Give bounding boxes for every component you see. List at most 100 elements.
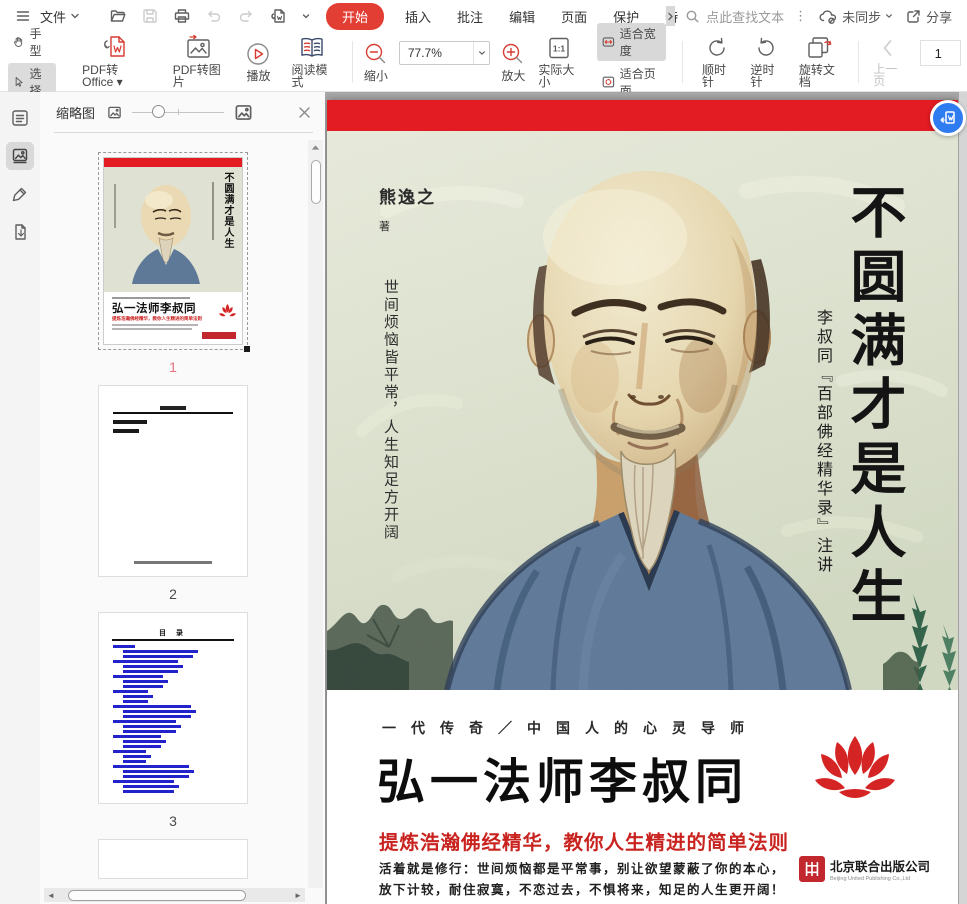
tab-edit[interactable]: 编辑 bbox=[496, 3, 548, 30]
zoom-in-label: 放大 bbox=[501, 69, 526, 83]
tool-bar: 手型 选择 PDF转Office ▾ PDF转图片 播放 阅读模式 缩小 77.… bbox=[0, 22, 967, 101]
zoom-value: 77.7% bbox=[407, 46, 442, 60]
page-number-1: 1 bbox=[169, 359, 177, 375]
search-placeholder: 点此查找文本 bbox=[706, 9, 785, 25]
svg-text:1:1: 1:1 bbox=[552, 44, 565, 54]
search-icon bbox=[686, 10, 699, 22]
pdf-to-image-label: PDF转图片 bbox=[172, 63, 221, 89]
tab-annotate[interactable]: 批注 bbox=[444, 3, 496, 30]
thumbnail-size-slider[interactable] bbox=[132, 105, 225, 119]
vertical-scroll-thumb[interactable] bbox=[310, 160, 321, 204]
zoom-in-icon bbox=[503, 43, 523, 64]
pdf-to-image-button[interactable]: PDF转图片 bbox=[173, 35, 224, 88]
document-view[interactable]: 熊逸之 著 世间烦恼皆平常，人生知足方开阔 不圆满才是人生 李叔同『百部佛经精华… bbox=[325, 92, 967, 904]
thumb3-link-lines bbox=[113, 645, 233, 795]
play-button[interactable]: 播放 bbox=[245, 41, 271, 82]
outline-panel-button[interactable] bbox=[6, 104, 34, 132]
doc-convert-icon bbox=[940, 111, 955, 124]
save-button[interactable] bbox=[137, 3, 163, 29]
sync-status-label: 未同步 bbox=[842, 9, 882, 25]
settings-button[interactable] bbox=[962, 4, 967, 29]
scroll-up-arrow[interactable] bbox=[311, 144, 320, 151]
search-options-kebab[interactable]: ⋮ bbox=[788, 8, 813, 24]
chevron-left-icon bbox=[884, 40, 892, 56]
actual-size-button[interactable]: 1:1 实际大小 bbox=[538, 35, 579, 88]
redo-button[interactable] bbox=[233, 3, 259, 29]
tabs-overflow-button[interactable] bbox=[666, 6, 676, 26]
previous-page-button[interactable]: 上一页 bbox=[873, 36, 903, 87]
fit-width-button[interactable]: 适合宽度 bbox=[596, 22, 667, 61]
tab-page[interactable]: 页面 bbox=[548, 3, 600, 30]
series-line: 一代传奇／中国人的心灵导师 bbox=[382, 721, 759, 737]
panel-vertical-scrollbar[interactable] bbox=[308, 140, 323, 888]
search-field[interactable]: 点此查找文本 bbox=[685, 7, 784, 26]
pdf-to-image-icon bbox=[187, 35, 210, 58]
export-panel-button[interactable] bbox=[6, 218, 34, 246]
thumbnail-page-3[interactable]: 目 录 bbox=[98, 612, 248, 804]
pdf-to-office-button[interactable]: PDF转Office ▾ bbox=[82, 35, 147, 88]
page-number-input[interactable]: 1 bbox=[919, 40, 962, 66]
document-page-1: 熊逸之 著 世间烦恼皆平常，人生知足方开阔 不圆满才是人生 李叔同『百部佛经精华… bbox=[327, 100, 958, 904]
selection-handle[interactable] bbox=[244, 346, 250, 352]
thumbnail-image-icon bbox=[12, 148, 28, 164]
fit-page-icon bbox=[602, 76, 615, 87]
cover-main-title: 不圆满才是人生 bbox=[841, 183, 907, 631]
open-file-button[interactable] bbox=[105, 3, 131, 29]
sync-status-button[interactable]: 未同步 bbox=[813, 5, 898, 28]
publisher-name: 北京联合出版公司 bbox=[830, 860, 931, 874]
previous-page-label: 上一页 bbox=[873, 62, 898, 88]
cover-left-tagline: 世间烦恼皆平常，人生知足方开阔 bbox=[382, 279, 400, 542]
thumbnail-page-2[interactable] bbox=[98, 385, 248, 577]
tab-insert[interactable]: 插入 bbox=[392, 3, 444, 30]
divider bbox=[682, 40, 684, 83]
rotate-document-button[interactable]: 旋转文档 bbox=[799, 35, 840, 88]
zoom-in-button[interactable]: 放大 bbox=[500, 41, 526, 82]
mini-portrait bbox=[132, 185, 200, 284]
mini-lotus-icon bbox=[219, 304, 236, 317]
zoom-level-combobox[interactable]: 77.7% bbox=[398, 41, 491, 65]
sign-panel-button[interactable] bbox=[6, 180, 34, 208]
scroll-left-arrow[interactable]: ◄ bbox=[44, 891, 58, 900]
publisher-name-en: Beijing United Publishing Co.,Ltd bbox=[830, 876, 911, 882]
rotate-clockwise-button[interactable]: 顺时针 bbox=[702, 35, 732, 88]
slider-knob[interactable] bbox=[152, 105, 166, 118]
quick-convert-float-button[interactable] bbox=[930, 100, 966, 136]
pen-sign-icon bbox=[12, 187, 27, 202]
rotate-counterclockwise-button[interactable]: 逆时针 bbox=[750, 35, 780, 88]
chevron-right-icon bbox=[668, 12, 673, 20]
thumbnail-page-1-selected[interactable]: 不圆满才是人生 弘一法师李叔同 提炼浩瀚佛经精华，教你人生精进的简单法则 bbox=[98, 152, 250, 352]
panel-horizontal-scrollbar[interactable]: ◄ ► bbox=[44, 888, 305, 902]
chevron-down-icon bbox=[71, 13, 79, 19]
reading-mode-button[interactable]: 阅读模式 bbox=[291, 35, 332, 88]
redo-icon bbox=[239, 10, 252, 22]
rotate-counterclockwise-icon bbox=[757, 37, 774, 56]
main-right-gutter[interactable] bbox=[958, 92, 967, 904]
zoom-out-button[interactable]: 缩小 bbox=[363, 41, 389, 82]
actual-size-icon: 1:1 bbox=[548, 37, 569, 59]
cover-red-band bbox=[327, 100, 958, 131]
fit-width-label: 适合宽度 bbox=[619, 26, 656, 58]
small-thumbnail-icon bbox=[108, 106, 121, 118]
publisher-block: 北京联合出版公司 Beijing United Publishing Co.,L… bbox=[799, 856, 930, 882]
close-panel-button[interactable] bbox=[298, 106, 311, 119]
more-tools-caret[interactable] bbox=[297, 7, 315, 25]
undo-button[interactable] bbox=[201, 3, 227, 29]
export-to-word-button[interactable] bbox=[265, 3, 291, 29]
zoom-out-icon bbox=[365, 43, 386, 64]
thumbnail-page-4-partial[interactable] bbox=[98, 839, 248, 879]
hand-tool-button[interactable]: 手型 bbox=[8, 23, 56, 61]
name-title: 弘一法师李叔同 bbox=[377, 754, 749, 810]
page-number-2: 2 bbox=[169, 586, 177, 602]
scroll-right-arrow[interactable]: ► bbox=[291, 891, 305, 900]
thumbnail-panel-button[interactable] bbox=[6, 142, 34, 170]
caret-down-icon bbox=[302, 14, 310, 19]
horizontal-scroll-thumb[interactable] bbox=[68, 889, 246, 901]
mini-name-title: 弘一法师李叔同 bbox=[112, 301, 196, 315]
rotate-clockwise-label: 顺时针 bbox=[702, 63, 727, 89]
play-label: 播放 bbox=[246, 69, 271, 83]
zoom-caret[interactable] bbox=[473, 42, 489, 64]
tab-start[interactable]: 开始 bbox=[326, 2, 385, 30]
share-button[interactable]: 分享 bbox=[900, 5, 957, 28]
print-button[interactable] bbox=[169, 3, 195, 29]
large-thumbnail-icon bbox=[235, 104, 252, 120]
